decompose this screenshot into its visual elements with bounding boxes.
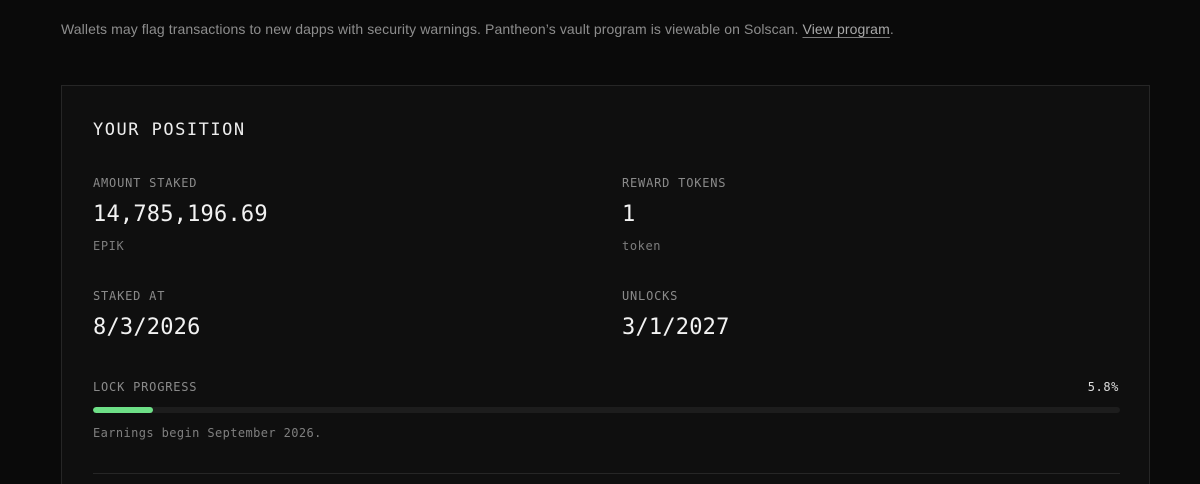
amount-staked-unit: EPIK (93, 239, 125, 253)
view-program-link[interactable]: View program (803, 21, 890, 37)
staked-at-value: 8/3/2026 (93, 315, 201, 340)
position-card: YOUR POSITION AMOUNT STAKED 14,785,196.6… (61, 85, 1150, 484)
lock-progress-percent: 5.8% (1087, 380, 1119, 394)
reward-tokens-unit: token (622, 239, 662, 253)
lock-progress-fill (93, 407, 153, 413)
divider (93, 473, 1120, 474)
amount-staked-label: AMOUNT STAKED (93, 176, 198, 190)
security-notice-text: Wallets may flag transactions to new dap… (61, 21, 803, 37)
unlocks-value: 3/1/2027 (622, 315, 730, 340)
reward-tokens-label: REWARD TOKENS (622, 176, 727, 190)
lock-progress-bar (93, 407, 1120, 413)
staked-at-label: STAKED AT (93, 289, 166, 303)
security-notice-suffix: . (889, 21, 894, 37)
position-title: YOUR POSITION (93, 120, 246, 140)
earnings-note: Earnings begin September 2026. (93, 426, 322, 440)
lock-progress-label: LOCK PROGRESS (93, 380, 198, 394)
reward-tokens-value: 1 (622, 202, 636, 227)
unlocks-label: UNLOCKS (622, 289, 679, 303)
amount-staked-value: 14,785,196.69 (93, 202, 268, 227)
security-notice: Wallets may flag transactions to new dap… (61, 21, 894, 37)
